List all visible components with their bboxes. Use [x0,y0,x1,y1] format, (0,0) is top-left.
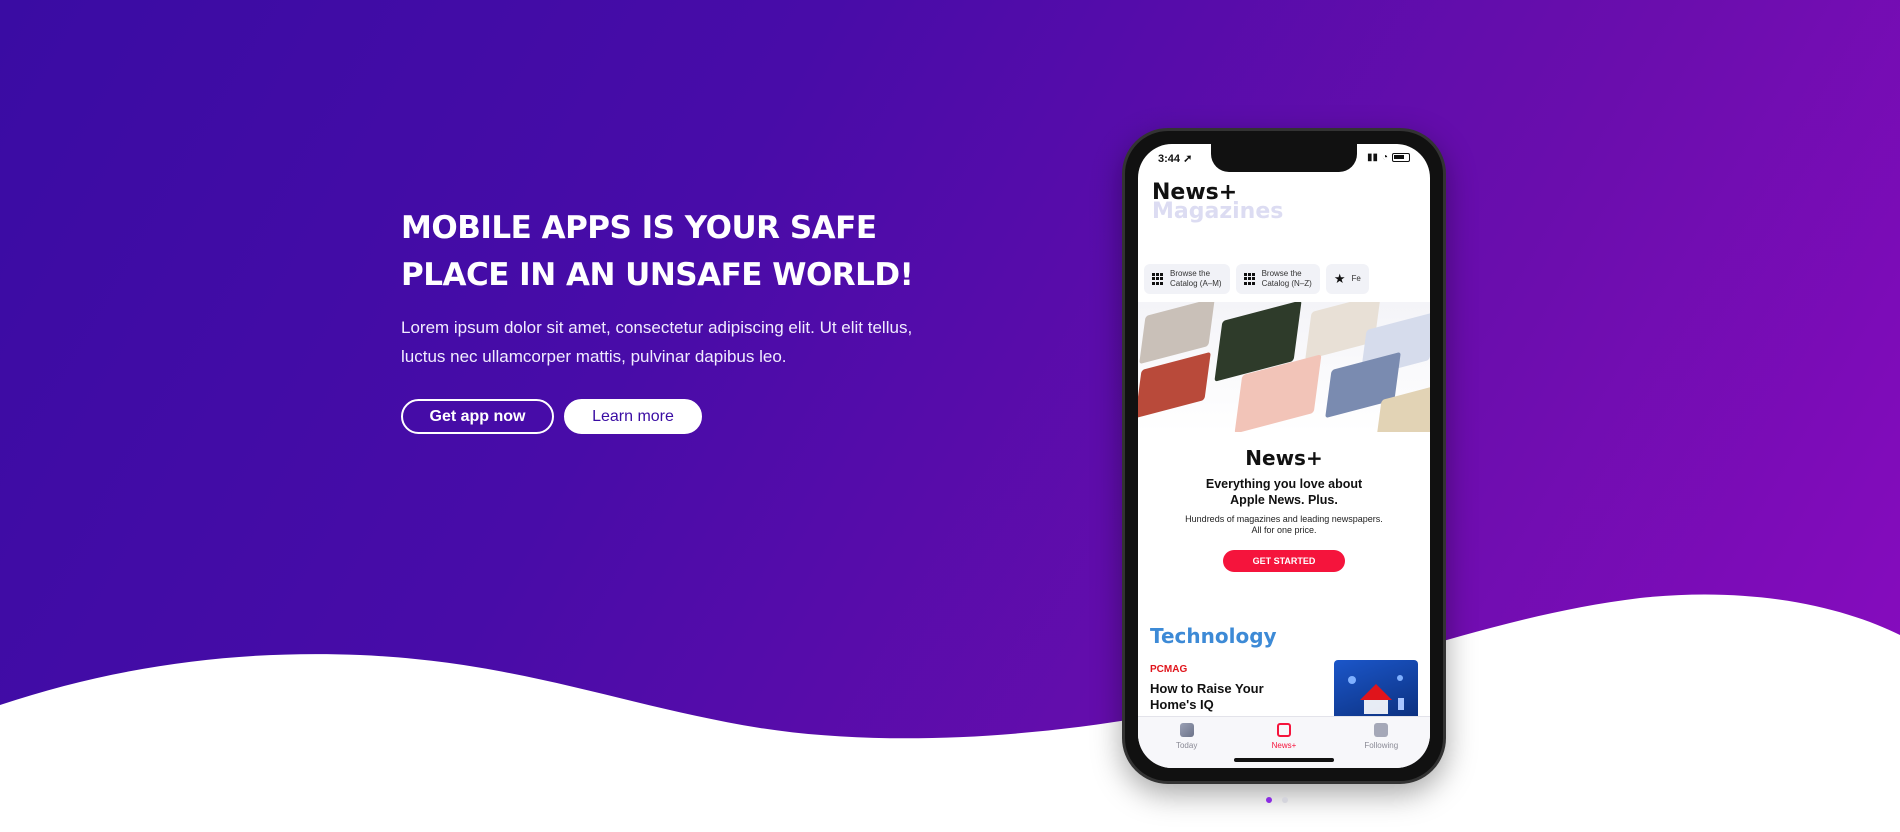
location-arrow-icon: ➚ [1183,153,1193,165]
learn-more-button[interactable]: Learn more [564,399,702,434]
grid-icon [1152,273,1164,285]
get-started-button[interactable]: GET STARTED [1223,550,1345,572]
magazines-subtitle: Magazines [1152,199,1284,224]
article-publication: PCMAG [1150,664,1188,675]
hero-description-line2: luctus nec ullamcorper mattis, pulvinar … [401,347,787,366]
article-thumbnail[interactable] [1334,660,1418,724]
tab-following[interactable]: Following [1346,723,1416,768]
hero-description-line1: Lorem ipsum dolor sit amet, consectetur … [401,318,913,337]
news-header: News+ Magazines [1152,180,1283,224]
carousel-dot-2[interactable] [1282,797,1288,803]
smart-home-illustration-icon [1348,675,1404,714]
tab-today-label: Today [1175,741,1198,750]
tab-following-label: Following [1364,741,1399,750]
promo-description: Hundreds of magazines and leading newspa… [1185,514,1383,535]
star-icon: ★ [1333,271,1346,286]
grid-icon [1243,273,1256,285]
get-app-now-button[interactable]: Get app now [401,399,554,434]
magazine-cover [1138,351,1211,419]
hero-title-line2: PLACE IN AN UNSAFE WORLD! [401,257,914,293]
chip-label: Browse the Catalog (A–M) [1170,269,1222,288]
following-icon [1374,723,1389,737]
battery-icon [1392,153,1410,162]
carousel-dots [1266,797,1288,803]
today-icon [1179,723,1194,737]
status-time-label: 3:44 [1158,153,1181,165]
signal-icon: ▮▮ [1366,152,1378,163]
hero-description: Lorem ipsum dolor sit amet, consectetur … [401,313,941,371]
article-headline: How to Raise Your Home's IQ [1150,681,1264,712]
news-plus-promo: News+ Everything you love about Apple New… [1138,446,1430,572]
wifi-icon: ◔ [1381,152,1388,163]
browse-catalog-n-z-chip[interactable]: Browse the Catalog (N–Z) [1235,264,1320,294]
tab-today[interactable]: Today [1152,723,1222,768]
catalog-chips: Browse the Catalog (A–M) Browse the Catalo… [1144,264,1369,294]
hero-title-line1: MOBILE APPS IS YOUR SAFE [401,210,877,246]
status-icons: ▮▮ ◔ [1367,152,1410,163]
status-time: 3:44 ➚ [1158,152,1192,165]
news-plus-icon [1276,723,1291,737]
home-indicator [1234,758,1334,762]
technology-section-title: Technology [1150,624,1277,648]
carousel-dot-1[interactable] [1266,797,1272,803]
article-card[interactable]: PCMAG How to Raise Your Home's IQ [1150,664,1310,713]
chip-label: Browse the Catalog (N–Z) [1261,269,1312,288]
phone-notch [1211,144,1357,172]
hero-title: MOBILE APPS IS YOUR SAFE PLACE IN AN UNS… [401,205,961,299]
promo-tagline: Everything you love about Apple News. Plu… [1205,477,1363,507]
phone-screen: 3:44 ➚ ▮▮ ◔ News+ Magazines Browse the Ca… [1138,144,1430,768]
chip-label: Fe [1351,274,1361,283]
featured-chip[interactable]: ★ Fe [1325,264,1369,294]
hero-content: MOBILE APPS IS YOUR SAFE PLACE IN AN UNS… [401,205,961,434]
promo-logo-label: News+ [1245,446,1323,470]
magazine-collage [1138,302,1430,432]
promo-logo: News+ [1138,446,1430,470]
browse-catalog-a-m-chip[interactable]: Browse the Catalog (A–M) [1144,264,1230,294]
phone-mockup: 3:44 ➚ ▮▮ ◔ News+ Magazines Browse the Ca… [1122,128,1446,784]
tab-news-plus-label: News+ [1271,741,1297,750]
hero-button-row: Get app now Learn more [401,399,961,434]
